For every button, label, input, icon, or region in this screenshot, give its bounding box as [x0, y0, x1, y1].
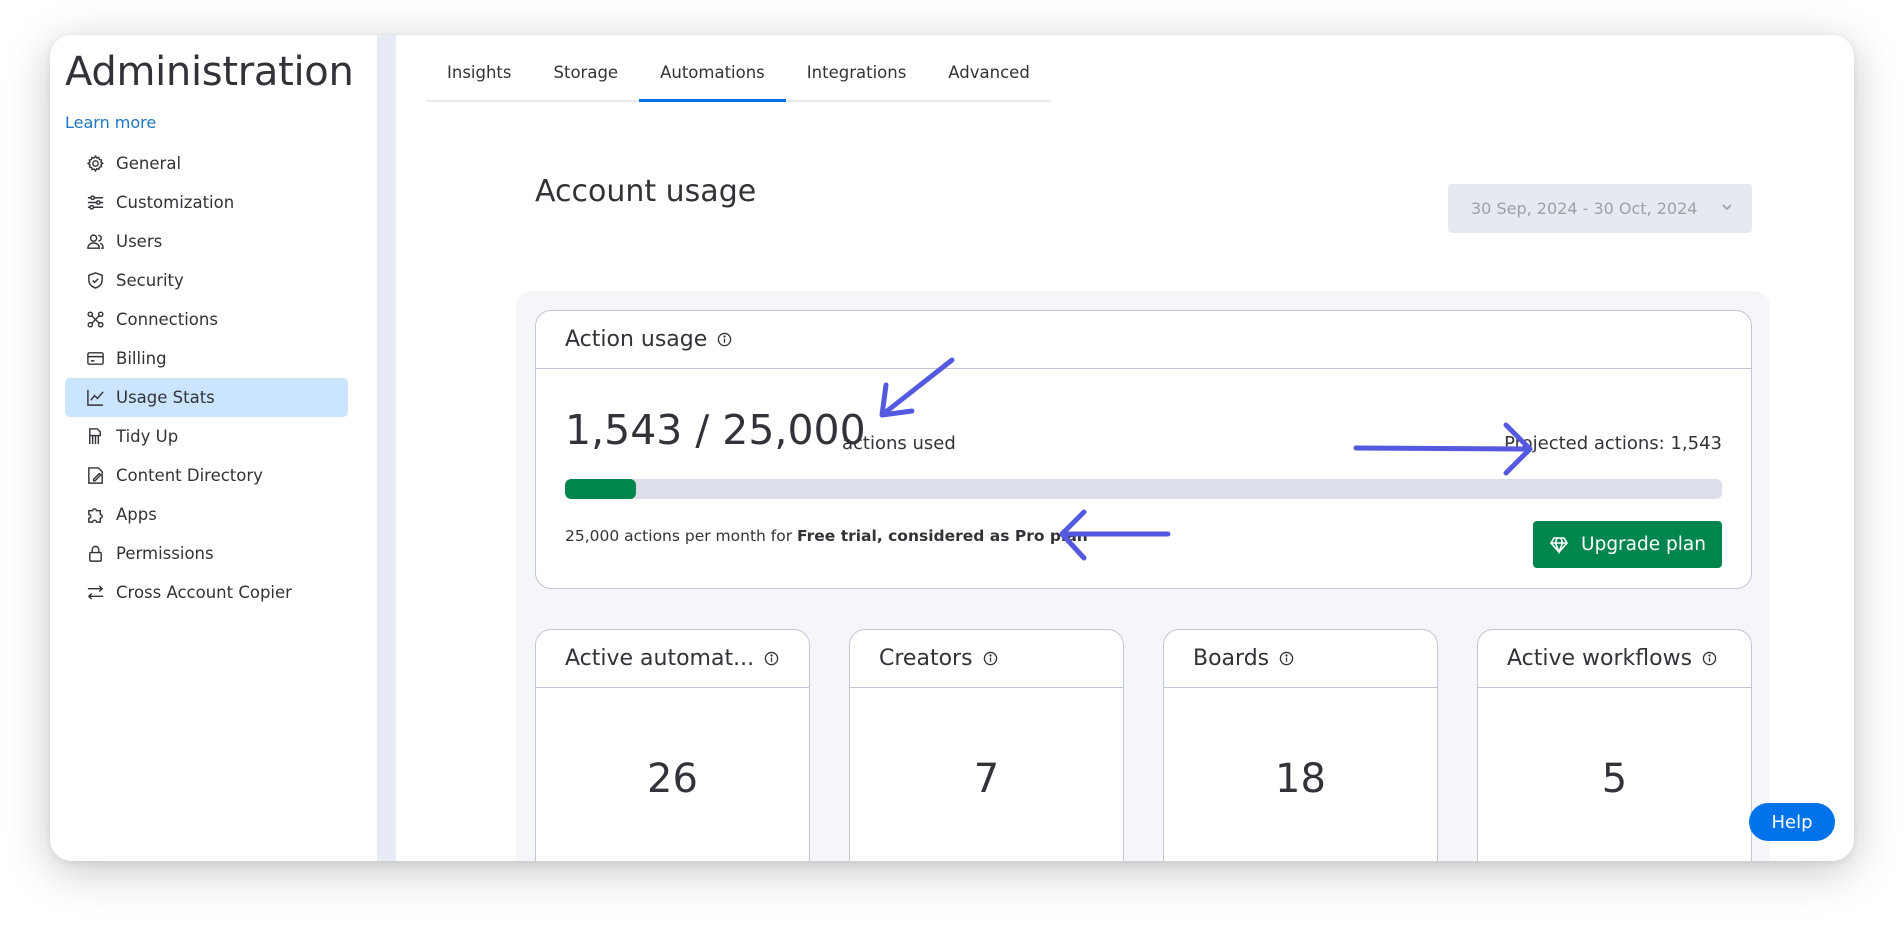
directory-icon: [85, 466, 105, 486]
learn-more-link[interactable]: Learn more: [65, 113, 156, 132]
upgrade-plan-label: Upgrade plan: [1581, 534, 1706, 555]
info-icon[interactable]: [983, 651, 998, 666]
diamond-icon: [1550, 536, 1569, 554]
info-icon[interactable]: [717, 332, 732, 347]
sidebar-item-billing[interactable]: Billing: [65, 339, 348, 378]
gear-icon: [85, 154, 105, 174]
sidebar-item-label: Cross Account Copier: [116, 583, 292, 602]
card-header: Active automat...: [536, 630, 809, 688]
lock-icon: [85, 544, 105, 564]
chevron-down-icon: [1720, 199, 1734, 218]
usage-progress-bar: [565, 479, 1722, 499]
sidebar-item-label: Billing: [116, 349, 167, 368]
tab-automations[interactable]: Automations: [639, 55, 786, 102]
card-header: Creators: [850, 630, 1123, 688]
sidebar-item-users[interactable]: Users: [65, 222, 348, 261]
card-header: Active workflows: [1478, 630, 1751, 688]
stat-value: 5: [1601, 756, 1628, 802]
sidebar-nav: General Customization Users Security Con…: [65, 144, 348, 612]
stat-card-active-automations: Active automat... 26: [535, 629, 810, 861]
sidebar-item-label: Content Directory: [116, 466, 263, 485]
chart-icon: [85, 388, 105, 408]
stat-value: 18: [1275, 756, 1326, 802]
sidebar-item-label: Tidy Up: [116, 427, 179, 446]
sidebar-item-label: Usage Stats: [116, 388, 215, 407]
plan-prefix: 25,000 actions per month for: [565, 527, 798, 545]
sidebar-item-label: Connections: [116, 310, 218, 329]
upgrade-plan-button[interactable]: Upgrade plan: [1533, 521, 1722, 568]
plan-name: Free trial, considered as Pro plan: [797, 527, 1088, 545]
sidebar-divider: [377, 35, 396, 861]
card-title: Boards: [1193, 646, 1270, 671]
sidebar-item-label: General: [116, 154, 182, 173]
date-range-select[interactable]: 30 Sep, 2024 - 30 Oct, 2024: [1448, 184, 1752, 233]
stat-card-boards: Boards 18: [1163, 629, 1438, 861]
connections-icon: [85, 310, 105, 330]
card-title: Creators: [879, 646, 973, 671]
sidebar: Administration Learn more General Custom…: [50, 35, 377, 861]
credit-card-icon: [85, 349, 105, 369]
users-icon: [85, 232, 105, 252]
page-title: Administration: [65, 49, 354, 95]
puzzle-icon: [85, 505, 105, 525]
sidebar-item-label: Apps: [116, 505, 157, 524]
card-header: Boards: [1164, 630, 1437, 688]
sidebar-item-general[interactable]: General: [65, 144, 348, 183]
tab-storage[interactable]: Storage: [533, 55, 640, 100]
sidebar-item-tidy-up[interactable]: Tidy Up: [65, 417, 348, 456]
info-icon[interactable]: [1702, 651, 1717, 666]
stat-value: 26: [647, 756, 698, 802]
plan-note: 25,000 actions per month for Free trial,…: [565, 527, 1088, 545]
tab-bar: Insights Storage Automations Integration…: [426, 55, 1051, 102]
card-header: Action usage: [536, 311, 1751, 369]
sidebar-item-security[interactable]: Security: [65, 261, 348, 300]
tab-advanced[interactable]: Advanced: [927, 55, 1051, 100]
sidebar-item-cross-account-copier[interactable]: Cross Account Copier: [65, 573, 348, 612]
sliders-icon: [85, 193, 105, 213]
usage-suffix: actions used: [842, 433, 956, 454]
tab-insights[interactable]: Insights: [426, 55, 533, 100]
sidebar-item-content-directory[interactable]: Content Directory: [65, 456, 348, 495]
usage-progress-fill: [565, 479, 637, 499]
usage-count: 1,543 / 25,000: [565, 406, 866, 454]
section-title: Account usage: [535, 174, 757, 209]
card-title: Active workflows: [1507, 646, 1693, 671]
annotation-arrow-icon: [879, 357, 955, 418]
date-range-value: 30 Sep, 2024 - 30 Oct, 2024: [1471, 199, 1698, 218]
sidebar-item-label: Customization: [116, 193, 235, 212]
tab-integrations[interactable]: Integrations: [786, 55, 928, 100]
annotation-arrow-icon: [1353, 422, 1533, 476]
stat-value: 7: [973, 756, 1000, 802]
info-icon[interactable]: [764, 651, 779, 666]
sidebar-item-connections[interactable]: Connections: [65, 300, 348, 339]
arrows-icon: [85, 583, 105, 603]
info-icon[interactable]: [1279, 651, 1294, 666]
admin-window: Administration Learn more General Custom…: [50, 35, 1854, 861]
card-title: Action usage: [565, 327, 708, 352]
broom-icon: [85, 427, 105, 447]
help-button[interactable]: Help: [1749, 803, 1835, 841]
sidebar-item-usage-stats[interactable]: Usage Stats: [65, 378, 348, 417]
stat-card-creators: Creators 7: [849, 629, 1124, 861]
sidebar-item-customization[interactable]: Customization: [65, 183, 348, 222]
sidebar-item-label: Users: [116, 232, 163, 251]
card-title: Active automat...: [565, 646, 755, 671]
sidebar-item-permissions[interactable]: Permissions: [65, 534, 348, 573]
sidebar-item-apps[interactable]: Apps: [65, 495, 348, 534]
sidebar-item-label: Security: [116, 271, 184, 290]
sidebar-item-label: Permissions: [116, 544, 214, 563]
stat-card-active-workflows: Active workflows 5: [1477, 629, 1752, 861]
main-content: Insights Storage Automations Integration…: [396, 35, 1854, 861]
annotation-arrow-icon: [1059, 509, 1171, 561]
shield-icon: [85, 271, 105, 291]
